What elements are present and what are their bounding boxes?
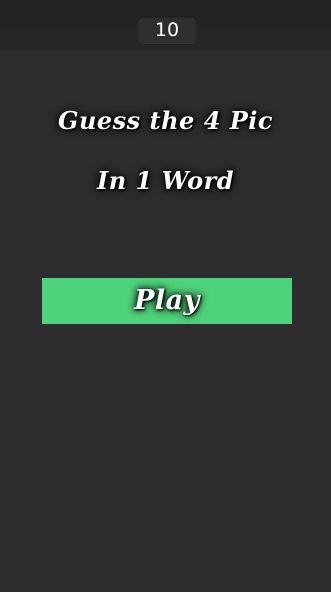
game-title-line-1: Guess the 4 Pic <box>57 106 274 135</box>
coin-counter: 10 <box>137 16 197 44</box>
game-title-line-2: In 1 Word <box>96 166 234 195</box>
top-bar: 10 <box>0 0 331 51</box>
play-button-label: Play <box>134 285 200 316</box>
play-button[interactable]: Play <box>42 278 292 324</box>
